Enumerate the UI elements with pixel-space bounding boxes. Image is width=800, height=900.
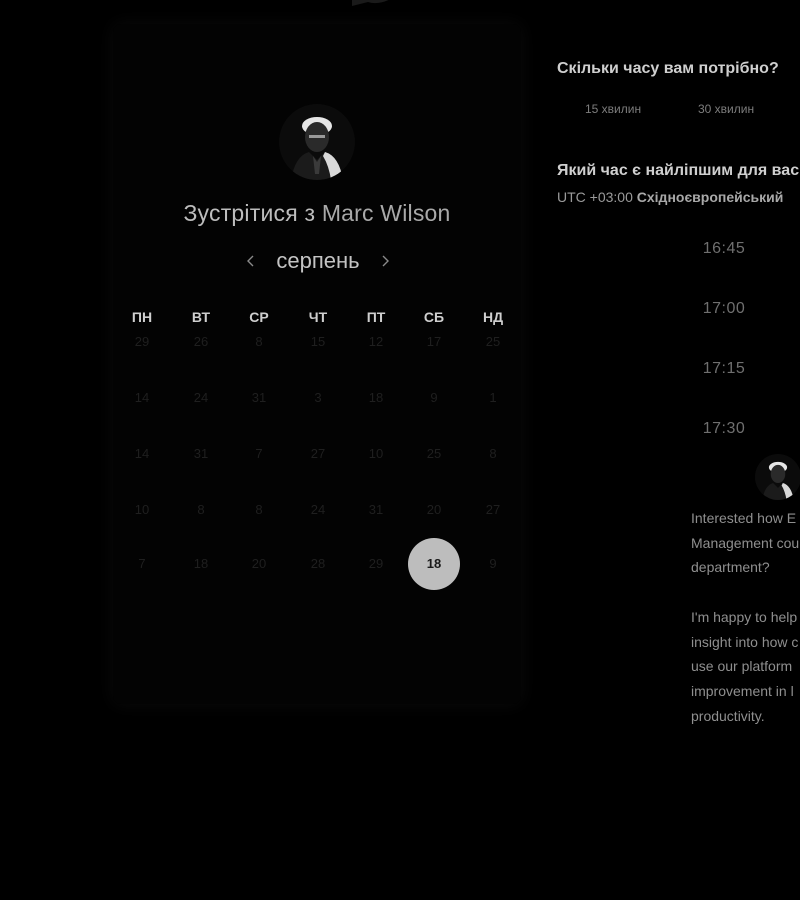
timezone-name: Східноєвропейський [636,189,784,205]
time-slot[interactable]: 17:15 [690,360,758,378]
time-slot[interactable]: 17:00 [690,300,758,318]
calendar-day[interactable]: 18 [350,372,402,424]
meeting-title: Зустрітися з Marc Wilson [130,200,504,227]
calendar-day[interactable]: 8 [467,428,519,480]
calendar-day[interactable]: 25 [408,428,460,480]
message-line: Management cou [691,534,800,551]
calendar-day[interactable]: 7 [233,428,285,480]
calendar-day[interactable]: 9 [467,538,519,590]
chevron-left-icon [247,255,254,267]
message-line: productivity. [691,707,765,724]
calendar-day[interactable]: 31 [175,428,227,480]
message-line: improvement in l [691,683,794,700]
chat-avatar [755,454,800,500]
booking-page: Зустрітися з Marc Wilson серпень ПН ВТ С… [0,0,800,900]
calendar-day[interactable]: 8 [233,484,285,536]
message-line: I'm happy to help [691,609,798,625]
chat-avatar-image [755,454,800,500]
calendar-day[interactable]: 7 [116,538,168,590]
selected-day[interactable]: 18 [408,538,460,590]
timezone-offset: UTC +03:00 [557,189,633,205]
message-line: use our platform [691,658,793,675]
time-slot[interactable]: 17:30 [690,420,758,438]
calendar-day[interactable]: 25 [467,316,519,368]
calendar-day[interactable]: 3 [292,372,344,424]
calendar-day[interactable]: 20 [408,484,460,536]
next-month-button[interactable] [374,250,396,272]
calendar-day[interactable]: 14 [116,428,168,480]
message-line: department? [691,559,770,576]
message-line: insight into how c [691,633,799,650]
duration-question: Скільки часу вам потрібно? [557,60,779,77]
calendar-day[interactable]: 18 [175,538,227,590]
calendar-day[interactable]: 27 [467,484,519,536]
calendar-day[interactable]: 31 [350,484,402,536]
host-name: Marc Wilson [321,200,451,226]
chevron-right-icon [382,255,389,267]
month-navigation: серпень [210,245,426,277]
current-month: серпень [276,248,360,273]
calendar-day[interactable]: 15 [292,316,344,368]
calendar-day[interactable]: 12 [350,316,402,368]
calendar-day[interactable]: 24 [292,484,344,536]
calendar-day[interactable]: 1 [467,372,519,424]
calendar-day[interactable]: 9 [408,372,460,424]
calendar-day[interactable]: 29 [350,538,402,590]
chat-bubble-icon [352,0,389,6]
calendar-day[interactable]: 14 [116,372,168,424]
chat-message-paragraph: Interested how E Management cou departme… [691,506,800,580]
calendar-day[interactable]: 8 [175,484,227,536]
calendar-day[interactable]: 27 [292,428,344,480]
calendar-day[interactable]: 29 [116,316,168,368]
time-question: Який час є найліпшим для вас [557,162,800,179]
meeting-title-prefix: Зустрітися з [183,200,316,226]
calendar-day[interactable]: 10 [116,484,168,536]
duration-option-30[interactable]: 30 хвилин [698,102,754,116]
time-slot[interactable]: 16:45 [690,240,758,258]
calendar-day[interactable]: 26 [175,316,227,368]
prev-month-button[interactable] [240,250,262,272]
calendar-day[interactable]: 28 [292,538,344,590]
calendar-day[interactable]: 31 [233,372,285,424]
calendar-day[interactable]: 8 [233,316,285,368]
timezone-selector[interactable]: UTC +03:00 Східноєвропейський [557,189,783,205]
host-avatar [279,104,355,180]
chat-message-paragraph: I'm happy to help insight into how c use… [691,605,800,729]
host-avatar-image [279,104,355,180]
message-line: Interested how E [691,510,797,526]
calendar-day[interactable]: 24 [175,372,227,424]
calendar-day[interactable]: 10 [350,428,402,480]
calendar-day[interactable]: 20 [233,538,285,590]
calendar-day[interactable]: 17 [408,316,460,368]
calendar-grid: 29 26 8 15 12 17 25 14 24 31 3 18 9 1 14… [113,330,521,600]
duration-option-15[interactable]: 15 хвилин [585,102,641,116]
